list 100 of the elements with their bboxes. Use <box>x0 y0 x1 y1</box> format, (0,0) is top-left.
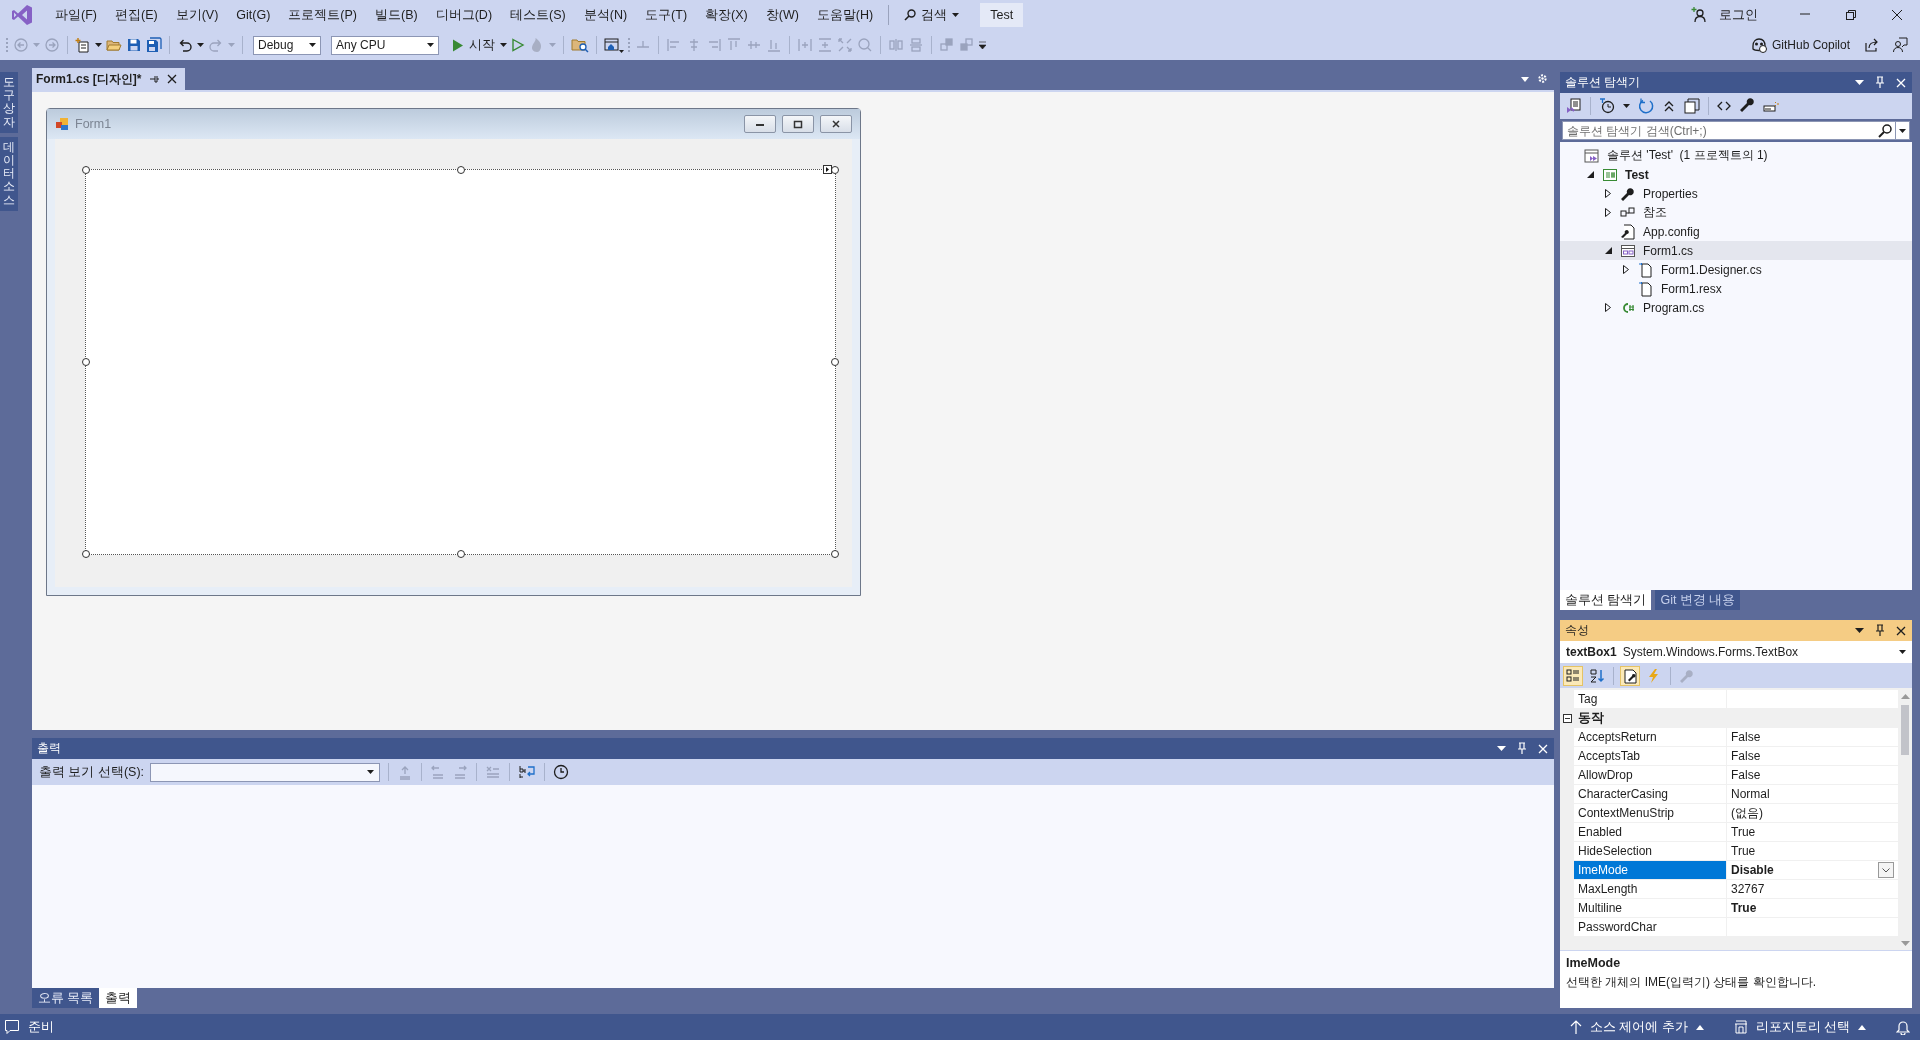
add-to-source-control-button[interactable]: 소스 제어에 추가 <box>1569 1018 1704 1036</box>
menu-item[interactable]: 빌드(B) <box>366 2 427 28</box>
property-name[interactable]: MaxLength <box>1574 880 1727 899</box>
expanded-arrow-icon[interactable] <box>1604 247 1612 254</box>
platform-dropdown[interactable]: Any CPU <box>331 35 439 55</box>
tree-item[interactable]: Program.cs <box>1560 298 1912 317</box>
save-all-icon[interactable] <box>146 37 162 53</box>
pin-icon[interactable] <box>149 74 160 84</box>
menu-item[interactable]: 편집(E) <box>105 2 167 28</box>
save-icon[interactable] <box>126 37 142 53</box>
pending-changes-icon[interactable] <box>1599 98 1615 114</box>
property-value[interactable]: True <box>1731 901 1757 915</box>
toolbar-overflow-icon[interactable] <box>979 41 986 49</box>
property-page-button[interactable] <box>1620 665 1640 686</box>
property-value[interactable]: False <box>1731 749 1761 763</box>
resize-handle[interactable] <box>831 358 839 366</box>
tree-item[interactable]: Properties <box>1560 184 1912 203</box>
dropdown-icon[interactable] <box>1855 79 1864 86</box>
side-tab[interactable]: 도구 상자 <box>0 72 18 133</box>
property-name[interactable]: Multiline <box>1574 899 1727 918</box>
tree-item[interactable]: 참조 <box>1560 203 1912 222</box>
dropdown-icon[interactable] <box>1497 745 1506 752</box>
open-folder-icon[interactable] <box>106 37 122 53</box>
dropdown-button[interactable] <box>1878 862 1894 878</box>
resize-handle[interactable] <box>456 166 465 174</box>
code-view-icon[interactable] <box>1717 100 1731 112</box>
property-value[interactable]: False <box>1731 768 1761 782</box>
panel-tab[interactable]: 솔루션 탐색기 <box>1560 590 1652 610</box>
menu-item[interactable]: 도움말(H) <box>807 2 883 28</box>
resize-handle[interactable] <box>82 166 90 174</box>
tree-item[interactable]: Form1.cs <box>1560 241 1912 260</box>
play-outline-icon[interactable] <box>511 38 525 52</box>
sign-in-link[interactable]: 로그인 <box>1719 6 1758 24</box>
preview-icon[interactable] <box>1763 99 1779 113</box>
settings-icon[interactable] <box>1537 73 1548 84</box>
panel-tab[interactable]: 출력 <box>99 988 138 1008</box>
resize-handle[interactable] <box>82 550 90 558</box>
menu-item[interactable]: 프로젝트(P) <box>279 2 366 28</box>
property-value[interactable]: True <box>1731 825 1756 839</box>
menu-item[interactable]: 확장(X) <box>696 2 757 28</box>
collapse-box-icon[interactable] <box>1563 714 1572 723</box>
collapsed-arrow-icon[interactable] <box>1605 208 1611 217</box>
property-value[interactable]: True <box>1731 844 1756 858</box>
expanded-arrow-icon[interactable] <box>1586 171 1594 178</box>
tree-item[interactable]: Form1.resx <box>1560 279 1912 298</box>
property-name[interactable]: ContextMenuStrip <box>1574 804 1727 823</box>
feedback-icon[interactable] <box>1892 37 1908 53</box>
word-wrap-icon[interactable] <box>518 764 537 780</box>
panel-tab[interactable]: 오류 목록 <box>32 988 100 1008</box>
collapse-all-icon[interactable] <box>1662 99 1676 113</box>
resize-handle[interactable] <box>456 550 465 558</box>
property-name[interactable]: AcceptsReturn <box>1574 728 1727 747</box>
property-value[interactable]: 32767 <box>1731 882 1765 896</box>
property-name[interactable]: CharacterCasing <box>1574 785 1727 804</box>
search-field[interactable]: 솔루션 탐색기 검색(Ctrl+;) <box>1562 121 1910 140</box>
dropdown-icon[interactable] <box>1855 627 1864 634</box>
property-value[interactable]: (없음) <box>1731 804 1763 822</box>
panel-tab[interactable]: Git 변경 내용 <box>1655 590 1741 610</box>
tree-item[interactable]: Form1.Designer.cs <box>1560 260 1912 279</box>
window-layout-icon[interactable] <box>604 37 624 53</box>
tree-item[interactable]: Test <box>1560 165 1912 184</box>
menu-item[interactable]: 보기(V) <box>166 2 228 28</box>
menu-item[interactable]: 도구(T) <box>636 2 697 28</box>
menu-item[interactable]: 테스트(S) <box>501 2 575 28</box>
account-icon[interactable] <box>1691 7 1707 23</box>
categorized-button[interactable] <box>1563 665 1583 686</box>
property-value[interactable]: Disable <box>1731 863 1774 877</box>
property-name[interactable]: Tag <box>1574 690 1727 709</box>
refresh-icon[interactable] <box>1638 98 1654 114</box>
property-value[interactable]: False <box>1731 730 1761 744</box>
menu-item[interactable]: 분석(N) <box>574 2 637 28</box>
close-icon[interactable] <box>167 74 178 84</box>
configuration-dropdown[interactable]: Debug <box>253 35 321 55</box>
resize-handle[interactable] <box>82 358 90 366</box>
resize-handle[interactable] <box>831 550 839 558</box>
tree-item[interactable]: App.config <box>1560 222 1912 241</box>
document-tab[interactable]: Form1.cs [디자인]* <box>32 68 186 90</box>
menu-item[interactable]: 창(W) <box>756 2 808 28</box>
collapsed-arrow-icon[interactable] <box>1605 303 1611 312</box>
smart-tag-icon[interactable] <box>823 165 832 174</box>
select-repository-button[interactable]: 리포지토리 선택 <box>1733 1018 1866 1036</box>
menu-item[interactable]: 디버그(D) <box>426 2 502 28</box>
undo-icon[interactable] <box>177 37 193 53</box>
property-name[interactable]: AllowDrop <box>1574 766 1727 785</box>
property-name[interactable]: PasswordChar <box>1574 918 1727 937</box>
property-name[interactable]: ImeMode <box>1574 861 1727 880</box>
menu-item[interactable]: 파일(F) <box>46 2 106 28</box>
pin-icon[interactable] <box>1874 624 1886 637</box>
collapsed-arrow-icon[interactable] <box>1605 189 1611 198</box>
scrollbar-thumb[interactable] <box>1901 705 1909 755</box>
copilot-button[interactable]: GitHub Copilot <box>1750 37 1850 53</box>
close-icon[interactable] <box>1896 625 1906 636</box>
close-icon[interactable] <box>1890 9 1904 21</box>
output-source-dropdown[interactable] <box>150 762 381 782</box>
new-project-icon[interactable] <box>75 37 91 53</box>
folder-search-icon[interactable] <box>571 37 589 53</box>
share-icon[interactable] <box>1864 37 1880 53</box>
restore-icon[interactable] <box>1844 9 1858 21</box>
collapsed-arrow-icon[interactable] <box>1623 265 1629 274</box>
property-name[interactable]: AcceptsTab <box>1574 747 1727 766</box>
